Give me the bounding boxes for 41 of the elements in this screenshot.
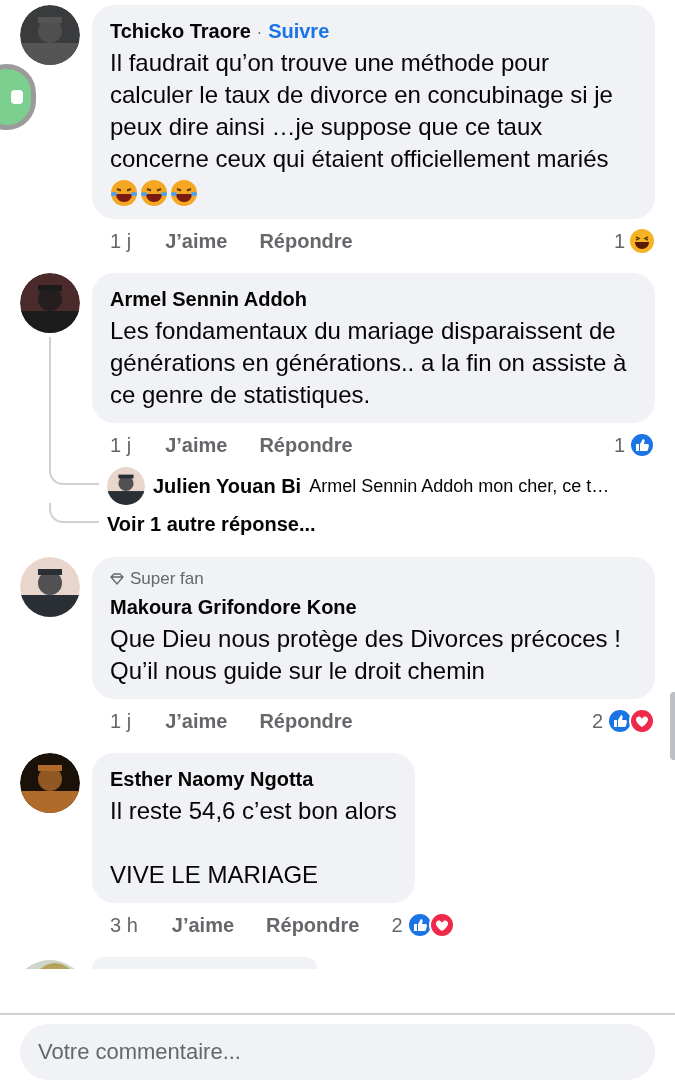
comment-text: Il reste 54,6 c’est bon alors VIVE LE MARIAGE <box>110 796 397 890</box>
comment-text: Il faudrait qu’on trouve une méthode pour calculer le taux de divorce en concubinage si je peux dire ainsi …je suppose que ce taux concerne ceux qui étaient officiellement mariés <box>110 48 614 174</box>
reply-link[interactable]: Répondre <box>259 431 353 459</box>
laughing-emoji-icon <box>140 179 168 207</box>
author-name[interactable]: Tchicko Traore <box>110 15 251 47</box>
reaction-count: 1 <box>613 433 625 458</box>
reaction-count: 1 <box>613 229 625 254</box>
laughing-face-icon <box>629 228 655 254</box>
reply-preview[interactable]: Armel Sennin Addoh mon cher, ce t… <box>309 472 610 500</box>
reply-author[interactable]: Julien Youan Bi <box>153 471 302 501</box>
comment-time: 1 j <box>110 709 132 734</box>
author-name[interactable]: Makoura Grifondore Kone <box>110 591 357 623</box>
comment-time: 1 j <box>110 229 132 254</box>
thumbs-up-icon <box>406 912 433 938</box>
laughing-emoji-icon <box>110 179 138 207</box>
follow-link[interactable]: Suivre <box>268 15 330 47</box>
like-link[interactable]: J’aime <box>165 227 228 255</box>
badge-label: Super fan <box>130 568 204 590</box>
dot-separator: · <box>256 23 263 43</box>
thumbs-up-icon <box>629 432 655 458</box>
like-link[interactable]: J’aime <box>165 707 228 735</box>
comment-text: Les fondamentaux du mariage disparaissent de générations en générations.. a la fin on assiste à ce genre de statistiques. <box>110 316 628 410</box>
reaction-count: 2 <box>591 709 603 734</box>
thumbs-up-icon <box>607 708 633 734</box>
comment-time: 3 h <box>110 913 138 938</box>
scrollbar <box>670 692 675 760</box>
like-link[interactable]: J’aime <box>171 911 235 939</box>
comment-time: 1 j <box>110 433 132 458</box>
like-link[interactable]: J’aime <box>165 431 228 459</box>
comment-text: Que Dieu nous protège des Divorces précoces ! Qu’il nous guide sur le droit chemin <box>110 624 622 686</box>
comment-input[interactable]: Votre commentaire... <box>20 1024 655 1080</box>
more-replies-link[interactable]: Voir 1 autre réponse... <box>99 509 316 539</box>
author-name[interactable]: Armel Sennin Addoh <box>110 283 308 315</box>
reply-link[interactable]: Répondre <box>259 707 353 735</box>
diamond-icon <box>110 573 124 585</box>
author-name[interactable]: Esther Naomy Ngotta <box>110 763 314 795</box>
reaction-count: 2 <box>391 913 403 938</box>
thread-connector <box>49 503 99 523</box>
reply-link[interactable]: Répondre <box>259 227 353 255</box>
laughing-emoji-icon <box>170 179 198 207</box>
reply-link[interactable]: Répondre <box>266 911 360 939</box>
